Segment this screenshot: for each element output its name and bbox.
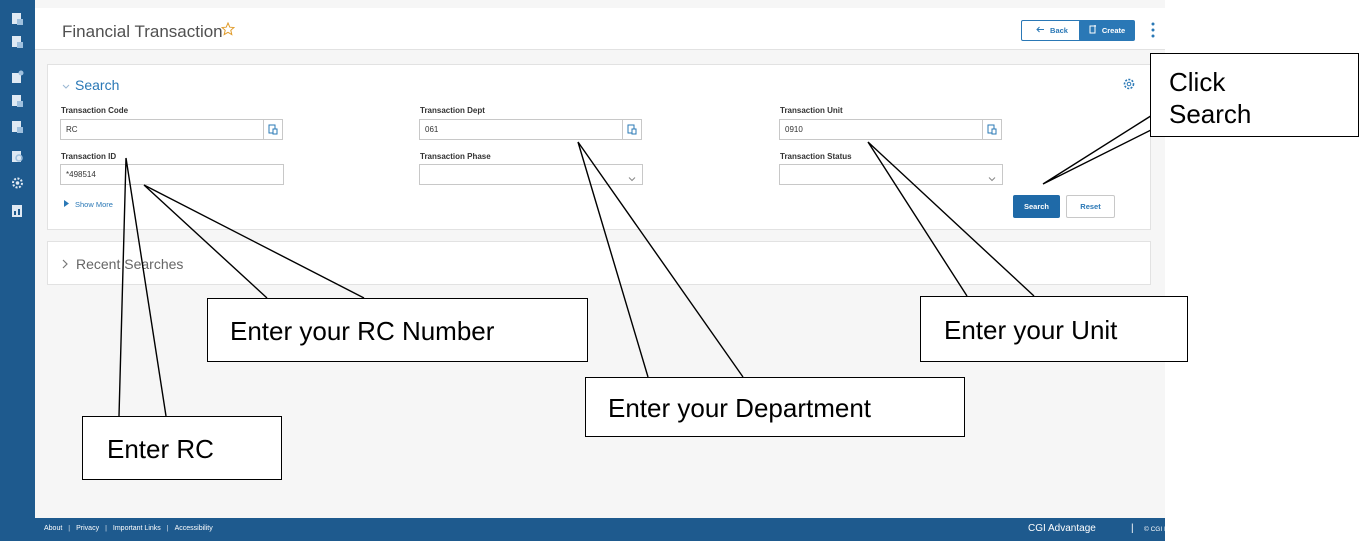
transaction-status-select[interactable] <box>779 164 1003 185</box>
footer-separator: | <box>166 525 169 532</box>
footer-separator: | <box>105 525 107 532</box>
search-heading: Search <box>75 77 120 93</box>
transaction-unit-input[interactable]: 0910 <box>779 119 983 140</box>
transaction-code-input[interactable]: RC <box>60 119 264 140</box>
footer-brand: CGI Advantage <box>1028 523 1096 534</box>
document-search-icon[interactable] <box>11 150 24 164</box>
recent-searches-panel: Recent Searches <box>47 241 1151 285</box>
lookup-icon[interactable] <box>622 119 642 140</box>
create-button[interactable]: Create <box>1079 20 1135 41</box>
recent-searches-heading: Recent Searches <box>76 256 184 272</box>
star-icon[interactable] <box>220 21 236 36</box>
footer-links: About | Privacy | Important Links | Acce… <box>44 525 213 532</box>
footer-link-important-links[interactable]: Important Links <box>113 525 161 532</box>
search-panel: Search Transaction Code RC Transaction D… <box>47 64 1151 230</box>
document-icon[interactable] <box>11 12 24 26</box>
page-header: Financial Transaction Back Create <box>35 8 1165 50</box>
transaction-phase-label: Transaction Phase <box>420 152 491 161</box>
callout-department: Enter your Department <box>585 377 965 437</box>
lookup-icon[interactable] <box>263 119 283 140</box>
recent-searches-toggle[interactable]: Recent Searches <box>62 256 183 272</box>
show-more-link[interactable]: Show More <box>64 200 113 209</box>
page-title: Financial Transaction <box>62 22 223 41</box>
callout-rc-number: Enter your RC Number <box>207 298 588 362</box>
chevron-right-icon <box>62 256 69 272</box>
document-icon[interactable] <box>11 35 24 49</box>
report-icon[interactable] <box>11 204 24 218</box>
back-label: Back <box>1050 26 1068 35</box>
footer-divider: | <box>1131 523 1134 534</box>
footer: About | Privacy | Important Links | Acce… <box>35 518 1165 541</box>
left-nav-rail <box>0 0 35 541</box>
transaction-status-label: Transaction Status <box>780 152 852 161</box>
transaction-id-label: Transaction ID <box>61 152 117 161</box>
footer-link-accessibility[interactable]: Accessibility <box>175 525 213 532</box>
search-button[interactable]: Search <box>1013 195 1060 218</box>
footer-separator: | <box>68 525 71 532</box>
callout-rc: Enter RC <box>82 416 282 480</box>
more-vertical-icon[interactable] <box>1151 22 1155 38</box>
transaction-id-input[interactable]: *498514 <box>60 164 284 185</box>
back-button[interactable]: Back <box>1021 20 1083 41</box>
callout-unit: Enter your Unit <box>920 296 1188 362</box>
transaction-dept-label: Transaction Dept <box>420 106 485 115</box>
settings-icon[interactable] <box>11 176 24 190</box>
chevron-down-icon <box>62 77 70 93</box>
footer-link-privacy[interactable]: Privacy <box>76 525 99 532</box>
document-icon[interactable] <box>11 120 24 134</box>
create-label: Create <box>1101 26 1126 35</box>
transaction-code-label: Transaction Code <box>61 106 129 115</box>
transaction-phase-select[interactable] <box>419 164 643 185</box>
arrow-left-icon <box>1036 26 1045 35</box>
lookup-icon[interactable] <box>982 119 1002 140</box>
show-more-label: Show More <box>75 200 113 209</box>
footer-copyright: © CGI Inc. 4.4.GA <box>1144 526 1165 533</box>
chevron-down-icon <box>988 171 996 182</box>
search-toggle[interactable]: Search <box>62 77 119 93</box>
transaction-dept-input[interactable]: 061 <box>419 119 623 140</box>
app: Financial Transaction Back Create Search <box>0 0 1372 541</box>
reset-button[interactable]: Reset <box>1066 195 1115 218</box>
chevron-down-icon <box>628 171 636 182</box>
document-edit-icon[interactable] <box>11 70 24 84</box>
callout-click-search: Click Search <box>1150 53 1359 137</box>
caret-right-icon <box>64 200 69 209</box>
document-icon[interactable] <box>11 94 24 108</box>
footer-link-about[interactable]: About <box>44 525 62 532</box>
gear-icon[interactable] <box>1122 77 1136 91</box>
transaction-unit-label: Transaction Unit <box>780 106 843 115</box>
create-icon <box>1089 25 1097 36</box>
